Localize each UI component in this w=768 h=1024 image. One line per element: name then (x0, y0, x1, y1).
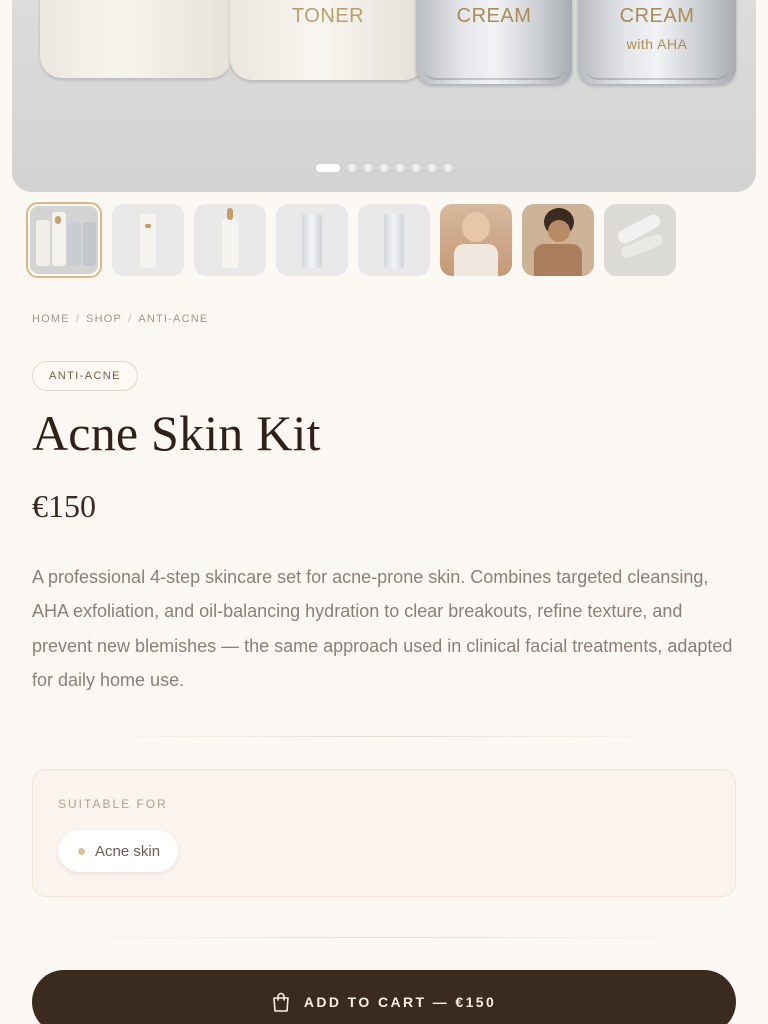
kit-group-thumb (30, 206, 98, 274)
thumbnail-strip (26, 202, 676, 278)
carousel-dot[interactable] (364, 164, 372, 172)
bottle-label: TONER (291, 5, 365, 27)
suitable-for-card: SUITABLE FOR Acne skin (32, 769, 736, 897)
pump-bottle-thumb[interactable] (194, 204, 266, 276)
breadcrumb-separator: / (75, 313, 81, 325)
add-to-cart-label: ADD TO CART — €150 (303, 994, 497, 1010)
breadcrumb-shop[interactable]: SHOP (86, 313, 122, 325)
suitable-for-title: SUITABLE FOR (58, 797, 168, 811)
carousel-dot[interactable] (428, 164, 436, 172)
section-divider (60, 736, 708, 737)
silver-bottle-thumb[interactable] (358, 204, 430, 276)
woman-smiling-thumb[interactable] (522, 204, 594, 276)
bottle-label: CREAM (456, 5, 532, 27)
carousel-dot[interactable] (396, 164, 404, 172)
silver-bottle-thumb[interactable] (276, 204, 348, 276)
carousel-dot[interactable] (380, 164, 388, 172)
breadcrumb-current: ANTI-ACNE (138, 313, 209, 325)
product-description: A professional 4-step skincare set for a… (32, 567, 733, 690)
carousel-dot[interactable] (444, 164, 452, 172)
bottle-label: CREAM (619, 5, 695, 27)
section-divider (60, 937, 708, 938)
add-to-cart-button[interactable]: ADD TO CART — €150 (32, 970, 736, 1024)
product-title: Acne Skin Kit (32, 405, 321, 461)
breadcrumb-home[interactable]: HOME (32, 313, 70, 325)
carousel-dots (12, 164, 756, 172)
hero-bottle-toner: TONER (230, 0, 426, 80)
hero-background (12, 92, 756, 192)
hero-bottle-1 (40, 0, 232, 78)
thumbnail-selected[interactable] (26, 202, 102, 278)
carousel-dot[interactable] (412, 164, 420, 172)
bottle-thumb[interactable] (112, 204, 184, 276)
skin-type-chip[interactable]: Acne skin (58, 830, 179, 872)
hero-jar-aha-cream: CREAM with AHA (578, 0, 736, 84)
cream-swatch-thumb[interactable] (604, 204, 676, 276)
category-tag[interactable]: ANTI-ACNE (32, 361, 138, 391)
woman-applying-thumb[interactable] (440, 204, 512, 276)
breadcrumb-separator: / (128, 313, 133, 325)
hero-jar-cream: CREAM (416, 0, 572, 84)
product-hero-image[interactable]: TONER CREAM CREAM with AHA (12, 0, 756, 192)
skin-type-label: Acne skin (95, 842, 161, 860)
shopping-bag-icon (272, 992, 290, 1012)
breadcrumb: HOME / SHOP / ANTI-ACNE (32, 313, 208, 325)
bottle-sublabel: with AHA (626, 36, 688, 52)
carousel-dot-active[interactable] (316, 164, 340, 172)
carousel-dot[interactable] (348, 164, 356, 172)
bullet-dot-icon (78, 847, 85, 855)
product-price: €150 (32, 488, 96, 524)
